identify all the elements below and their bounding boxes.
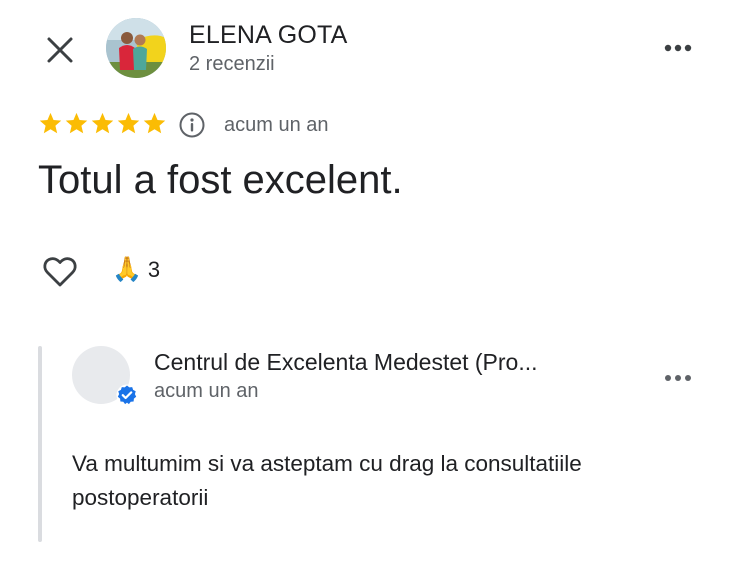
star-icon (117, 112, 140, 134)
reviewer-review-count[interactable]: 2 recenzii (189, 53, 275, 76)
verified-badge-icon (116, 384, 138, 406)
star-icon (65, 112, 88, 134)
info-icon (179, 112, 205, 138)
close-icon (47, 37, 73, 63)
more-horizontal-icon (665, 375, 691, 381)
heart-icon (43, 257, 77, 287)
review-time: acum un an (224, 114, 329, 136)
review-text: Totul a fost excelent. (38, 158, 403, 202)
more-horizontal-icon (664, 44, 692, 52)
reply-divider (38, 346, 42, 542)
star-rating (38, 111, 167, 136)
reply-more-options-button[interactable] (660, 364, 696, 392)
more-options-button[interactable] (660, 34, 696, 62)
owner-name[interactable]: Centrul de Excelenta Medestet (Pro... (154, 349, 624, 376)
reaction-chip[interactable]: 🙏 3 (112, 256, 160, 284)
owner-reply-time: acum un an (154, 380, 259, 402)
reaction-count: 3 (147, 257, 161, 282)
like-button[interactable] (40, 251, 80, 291)
star-icon (39, 112, 62, 134)
reviewer-name[interactable]: ELENA GOTA (189, 21, 348, 50)
star-icon (143, 112, 166, 134)
pray-emoji-icon: 🙏 (112, 256, 142, 283)
star-icon (91, 112, 114, 134)
owner-reply-text: Va multumim si va asteptam cu drag la co… (72, 451, 582, 510)
avatar-photo (106, 18, 166, 78)
close-button[interactable] (40, 30, 80, 70)
reviewer-avatar[interactable] (106, 18, 166, 78)
info-button[interactable] (179, 112, 205, 138)
